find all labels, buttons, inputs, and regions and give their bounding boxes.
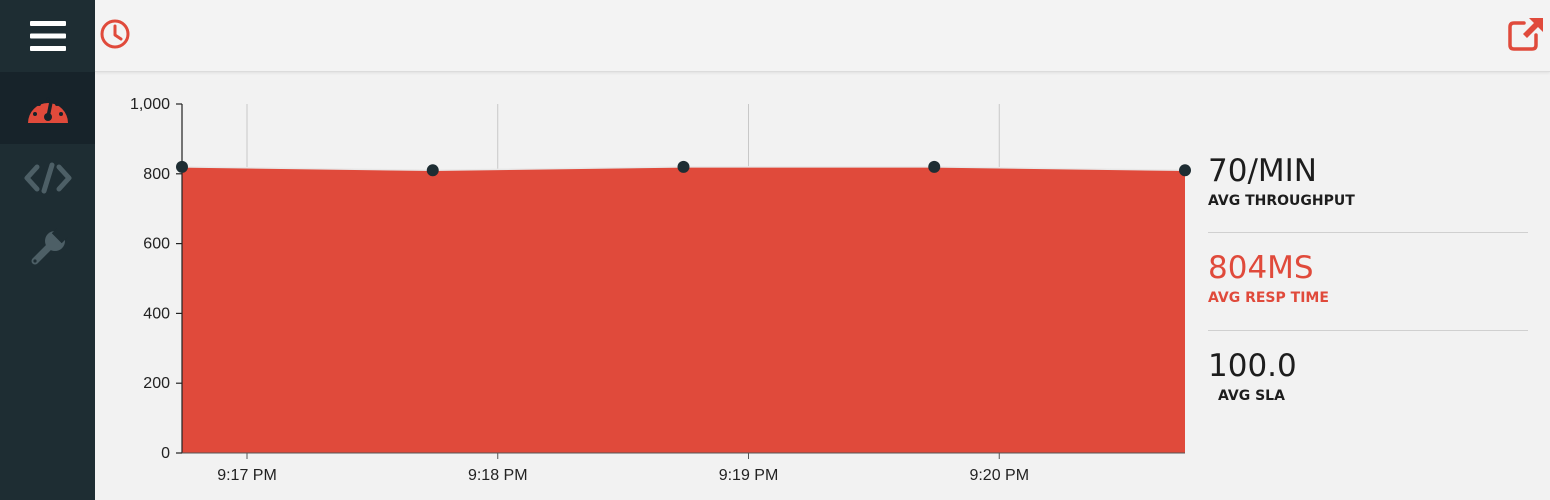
data-point (1179, 164, 1191, 177)
y-tick-label: 200 (143, 375, 170, 392)
y-tick-label: 0 (161, 445, 170, 462)
x-tick-label: 9:18 PM (468, 467, 528, 484)
data-point (677, 160, 690, 173)
resp-time-value: 804MS (1208, 250, 1314, 286)
x-tick-label: 9:19 PM (719, 467, 779, 484)
x-tick-label: 9:17 PM (217, 467, 277, 484)
y-tick-label: 400 (143, 305, 170, 322)
throughput-label: AVG THROUGHPUT (1208, 193, 1355, 209)
y-tick-label: 1,000 (130, 96, 170, 113)
open-external-button[interactable] (1506, 14, 1546, 54)
resp-time-label: AVG RESP TIME (1208, 290, 1329, 306)
clock-icon (100, 19, 130, 49)
data-point (426, 164, 439, 177)
y-tick-label: 800 (143, 166, 170, 183)
top-toolbar (95, 0, 1550, 72)
data-point (928, 160, 941, 173)
external-link-icon (1508, 18, 1543, 51)
throughput-chart: 0 200 400 600 800 1,000 9:17 PM 9:18 PM 9:19 PM 9… (95, 73, 1195, 500)
time-range-button[interactable] (97, 16, 133, 52)
stat-resp-time: 804MS AVG RESP TIME (1208, 233, 1528, 331)
dashboard-gauge-icon (27, 97, 68, 123)
stat-throughput: 70/MIN AVG THROUGHPUT (1208, 140, 1528, 233)
code-icon (24, 162, 71, 194)
throughput-value: 70/MIN (1208, 153, 1317, 189)
data-point (176, 160, 188, 173)
sidebar-item-tools[interactable] (0, 212, 95, 284)
area-series (182, 166, 1185, 453)
sla-label: AVG SLA (1218, 388, 1285, 404)
menu-button[interactable] (0, 0, 95, 72)
sidebar-item-dashboard[interactable] (0, 72, 95, 144)
chart-svg: 0 200 400 600 800 1,000 9:17 PM 9:18 PM 9:19 PM 9… (130, 96, 1191, 484)
sidebar-item-code[interactable] (0, 142, 95, 214)
app-window: 0 200 400 600 800 1,000 9:17 PM 9:18 PM 9:19 PM 9… (0, 0, 1550, 500)
hamburger-menu-icon (29, 21, 66, 51)
sla-value: 100.0 (1208, 348, 1297, 384)
stat-sla: 100.0 AVG SLA (1208, 331, 1528, 431)
wrench-icon (31, 228, 68, 265)
x-tick-label: 9:20 PM (969, 467, 1029, 484)
sidebar (0, 0, 95, 500)
stats-panel: 70/MIN AVG THROUGHPUT 804MS AVG RESP TIM… (1208, 140, 1528, 431)
y-tick-label: 600 (143, 236, 170, 253)
